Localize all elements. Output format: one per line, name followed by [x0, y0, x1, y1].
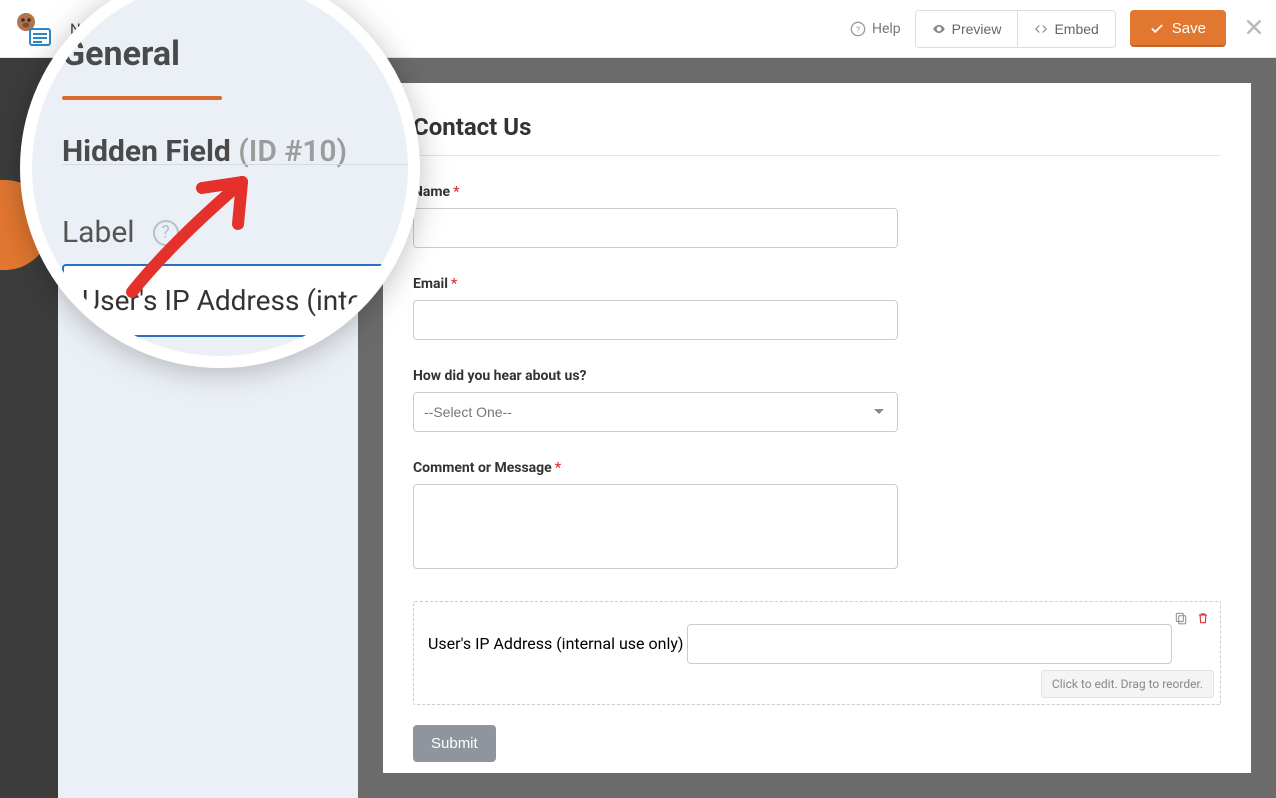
field-label: Email*	[413, 276, 1221, 292]
field-label: Name*	[413, 184, 1221, 200]
svg-text:?: ?	[856, 25, 860, 35]
duplicate-icon	[1174, 611, 1188, 625]
form-title: Contact Us	[413, 113, 1221, 156]
submit-button[interactable]: Submit	[413, 725, 496, 762]
duplicate-field-button[interactable]	[1174, 610, 1188, 629]
comment-textarea[interactable]	[413, 484, 898, 569]
sidebar-tab-general[interactable]: General	[62, 34, 408, 96]
field-comment[interactable]: Comment or Message*	[413, 460, 1221, 573]
save-button[interactable]: Save	[1130, 10, 1226, 47]
hidden-field-input[interactable]	[687, 624, 1172, 664]
email-input[interactable]	[413, 300, 898, 340]
close-icon	[1244, 17, 1264, 37]
help-circle-icon: ?	[850, 21, 866, 37]
delete-field-button[interactable]	[1196, 610, 1210, 629]
canvas-wrap: Contact Us Name* Email* How did you hear…	[358, 58, 1276, 798]
label-input[interactable]: User's IP Address (inter	[62, 264, 402, 337]
label-caption: Label	[62, 215, 135, 250]
field-label: How did you hear about us?	[413, 368, 1221, 384]
form-preview-canvas: Contact Us Name* Email* How did you hear…	[383, 83, 1251, 773]
help-link[interactable]: ? Help	[850, 21, 901, 37]
field-email[interactable]: Email*	[413, 276, 1221, 340]
field-hidden-ip[interactable]: User's IP Address (internal use only) Cl…	[413, 601, 1221, 705]
magnifier-callout: General Hidden Field (ID #10) Label ? Us…	[20, 0, 420, 368]
eye-icon	[932, 22, 946, 36]
preview-embed-group: Preview Embed	[915, 10, 1116, 48]
name-input[interactable]	[413, 208, 898, 248]
field-label: User's IP Address (internal use only)	[428, 634, 683, 653]
field-hear-about[interactable]: How did you hear about us? --Select One-…	[413, 368, 1221, 432]
hear-about-select[interactable]: --Select One--	[413, 392, 898, 432]
field-name[interactable]: Name*	[413, 184, 1221, 248]
check-icon	[1150, 22, 1164, 36]
embed-button[interactable]: Embed	[1017, 11, 1114, 47]
field-hint: Click to edit. Drag to reorder.	[1041, 670, 1214, 698]
trash-icon	[1196, 611, 1210, 625]
wpforms-logo	[12, 9, 52, 49]
close-builder-button[interactable]	[1244, 17, 1264, 41]
tab-active-indicator	[62, 96, 222, 100]
preview-button[interactable]: Preview	[916, 11, 1018, 47]
help-tooltip-icon[interactable]: ?	[153, 220, 179, 246]
field-toolbar	[1174, 610, 1210, 629]
field-label: Comment or Message*	[413, 460, 1221, 476]
code-icon	[1034, 22, 1048, 36]
